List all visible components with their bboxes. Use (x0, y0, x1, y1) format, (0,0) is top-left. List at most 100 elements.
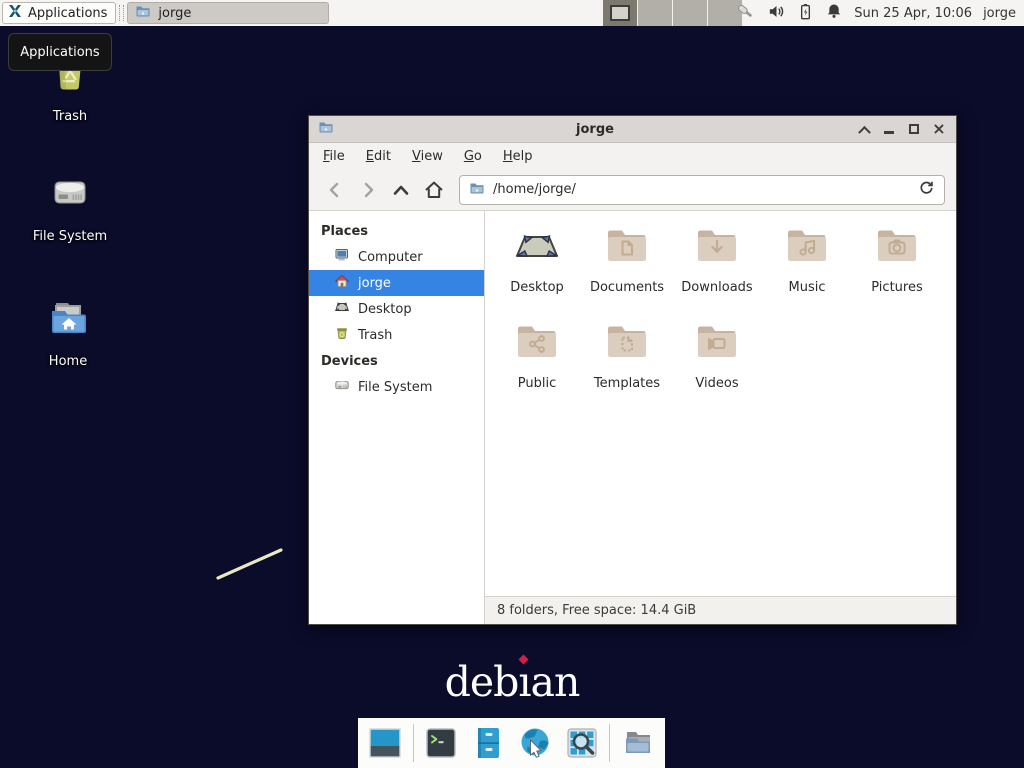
location-bar[interactable]: /home/jorge/ (459, 175, 945, 205)
file-videos[interactable]: Videos (672, 319, 762, 415)
desktop-icon-home[interactable]: Home (18, 295, 118, 369)
bottom-dock (358, 718, 665, 768)
stray-line-artifact (212, 542, 288, 590)
dock-separator (413, 724, 414, 762)
web-browser-icon[interactable] (516, 723, 554, 763)
taskbar-window-button[interactable]: jorge (127, 2, 329, 24)
menubar: File Edit View Go Help (309, 143, 956, 169)
top-panel: Applications jorge Sun 25 Apr, 10:06 jor… (0, 0, 1024, 26)
workspace-1[interactable] (603, 0, 638, 26)
taskbar-window-label: jorge (158, 6, 191, 21)
terminal-icon[interactable] (423, 723, 461, 763)
file-label: Downloads (681, 280, 752, 295)
maximize-button[interactable] (906, 121, 922, 137)
minimize-button[interactable] (881, 121, 897, 137)
workspace-2[interactable] (638, 0, 673, 26)
tool-icon[interactable] (735, 1, 756, 26)
back-button[interactable] (320, 175, 350, 205)
notifications-bell-icon[interactable] (825, 2, 843, 24)
desktop-special-icon (513, 223, 561, 275)
file-label: Videos (695, 376, 738, 391)
desktop-icon (334, 299, 350, 319)
home-button[interactable] (419, 175, 449, 205)
statusbar: 8 folders, Free space: 14.4 GiB (485, 596, 956, 624)
file-pictures[interactable]: Pictures (852, 223, 942, 319)
system-tray: Sun 25 Apr, 10:06 jorge (735, 0, 1024, 26)
music-folder-icon (783, 223, 831, 275)
battery-charging-icon[interactable] (797, 2, 814, 25)
file-label: Pictures (871, 280, 922, 295)
sidebar-item-label: Desktop (358, 302, 412, 317)
folder-icon[interactable] (619, 723, 657, 763)
username[interactable]: jorge (983, 6, 1016, 21)
debian-logo: debıan (0, 658, 1024, 706)
file-label: Public (518, 376, 556, 391)
computer-icon (334, 247, 350, 267)
sidebar-item-label: Computer (358, 250, 423, 265)
shade-button[interactable] (856, 121, 872, 137)
file-documents[interactable]: Documents (582, 223, 672, 319)
documents-folder-icon (603, 223, 651, 275)
dock-separator (609, 724, 610, 762)
file-label: Templates (594, 376, 660, 391)
menu-file[interactable]: File (323, 149, 345, 164)
tooltip-text: Applications (20, 45, 99, 60)
location-path[interactable]: /home/jorge/ (493, 182, 910, 197)
applications-menu-button[interactable]: Applications (2, 2, 116, 24)
sidebar-item-label: jorge (358, 276, 391, 291)
sidebar-header-places: Places (309, 218, 484, 244)
applications-menu-label: Applications (28, 6, 107, 21)
home-folder-icon (44, 295, 92, 347)
file-label: Desktop (510, 280, 564, 295)
sidebar-header-devices: Devices (309, 348, 484, 374)
show-desktop-icon[interactable] (366, 723, 404, 763)
volume-icon[interactable] (767, 2, 786, 25)
file-templates[interactable]: Templates (582, 319, 672, 415)
drive-icon (334, 377, 350, 397)
applications-tooltip: Applications (8, 33, 112, 71)
workspace-switcher (603, 0, 743, 26)
desktop-icon-filesystem[interactable]: File System (20, 170, 120, 244)
public-folder-icon (513, 319, 561, 371)
file-desktop[interactable]: Desktop (492, 223, 582, 319)
desktop-icon-label: File System (33, 229, 107, 244)
file-music[interactable]: Music (762, 223, 852, 319)
videos-folder-icon (693, 319, 741, 371)
sidebar: Places Computer jorge Desktop (309, 211, 485, 624)
file-downloads[interactable]: Downloads (672, 223, 762, 319)
sidebar-item-desktop[interactable]: Desktop (309, 296, 484, 322)
forward-button[interactable] (353, 175, 383, 205)
file-cabinet-icon[interactable] (469, 723, 507, 763)
status-text: 8 folders, Free space: 14.4 GiB (497, 603, 696, 618)
sidebar-item-trash[interactable]: Trash (309, 322, 484, 348)
trash-small-icon (334, 325, 350, 345)
up-button[interactable] (386, 175, 416, 205)
clock[interactable]: Sun 25 Apr, 10:06 (854, 6, 972, 21)
sidebar-item-jorge[interactable]: jorge (309, 270, 484, 296)
window-icon-folder (318, 119, 334, 139)
desktop-icon-label: Home (49, 354, 87, 369)
desktop-icon-label: Trash (53, 109, 87, 124)
workspace-3[interactable] (673, 0, 708, 26)
xfce-logo-icon (7, 3, 23, 23)
app-finder-icon[interactable] (563, 723, 601, 763)
hard-drive-icon (46, 170, 94, 222)
folder-icon (135, 3, 151, 23)
sidebar-item-label: File System (358, 380, 432, 395)
menu-help[interactable]: Help (503, 149, 533, 164)
file-public[interactable]: Public (492, 319, 582, 415)
close-button[interactable]: × (931, 121, 947, 137)
downloads-folder-icon (693, 223, 741, 275)
file-manager-window: jorge × File Edit View Go Help (308, 115, 957, 625)
menu-view[interactable]: View (412, 149, 443, 164)
window-titlebar[interactable]: jorge × (309, 116, 956, 143)
window-title: jorge (334, 122, 856, 137)
menu-go[interactable]: Go (464, 149, 482, 164)
sidebar-item-computer[interactable]: Computer (309, 244, 484, 270)
location-folder-icon (469, 180, 485, 200)
menu-edit[interactable]: Edit (366, 149, 391, 164)
reload-icon[interactable] (918, 179, 935, 200)
workspace-window-preview (610, 5, 630, 21)
sidebar-item-filesystem[interactable]: File System (309, 374, 484, 400)
panel-handle[interactable] (119, 5, 124, 21)
